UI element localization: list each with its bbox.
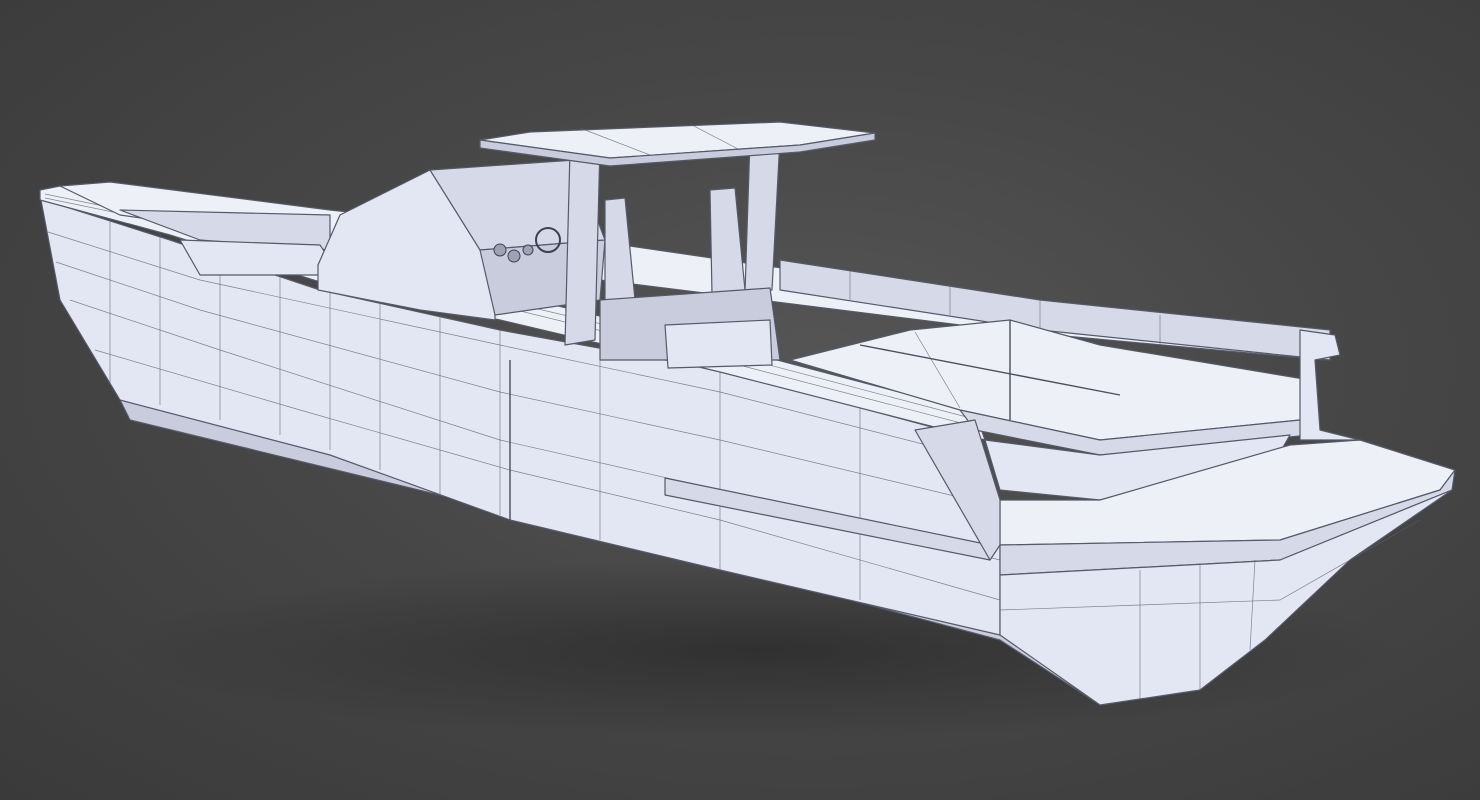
ttop-pillar-left bbox=[564, 144, 601, 346]
bow-seat bbox=[179, 239, 341, 276]
gauge-icon bbox=[522, 244, 534, 256]
boat-model bbox=[39, 121, 1456, 740]
gauge-icon bbox=[507, 249, 521, 263]
aft-rail bbox=[1299, 329, 1361, 441]
cooler-box bbox=[664, 319, 773, 369]
helm-seat-left bbox=[604, 197, 636, 306]
helm-seat-right bbox=[709, 187, 746, 296]
render-viewport bbox=[0, 0, 1480, 800]
gauge-icon bbox=[493, 243, 507, 257]
